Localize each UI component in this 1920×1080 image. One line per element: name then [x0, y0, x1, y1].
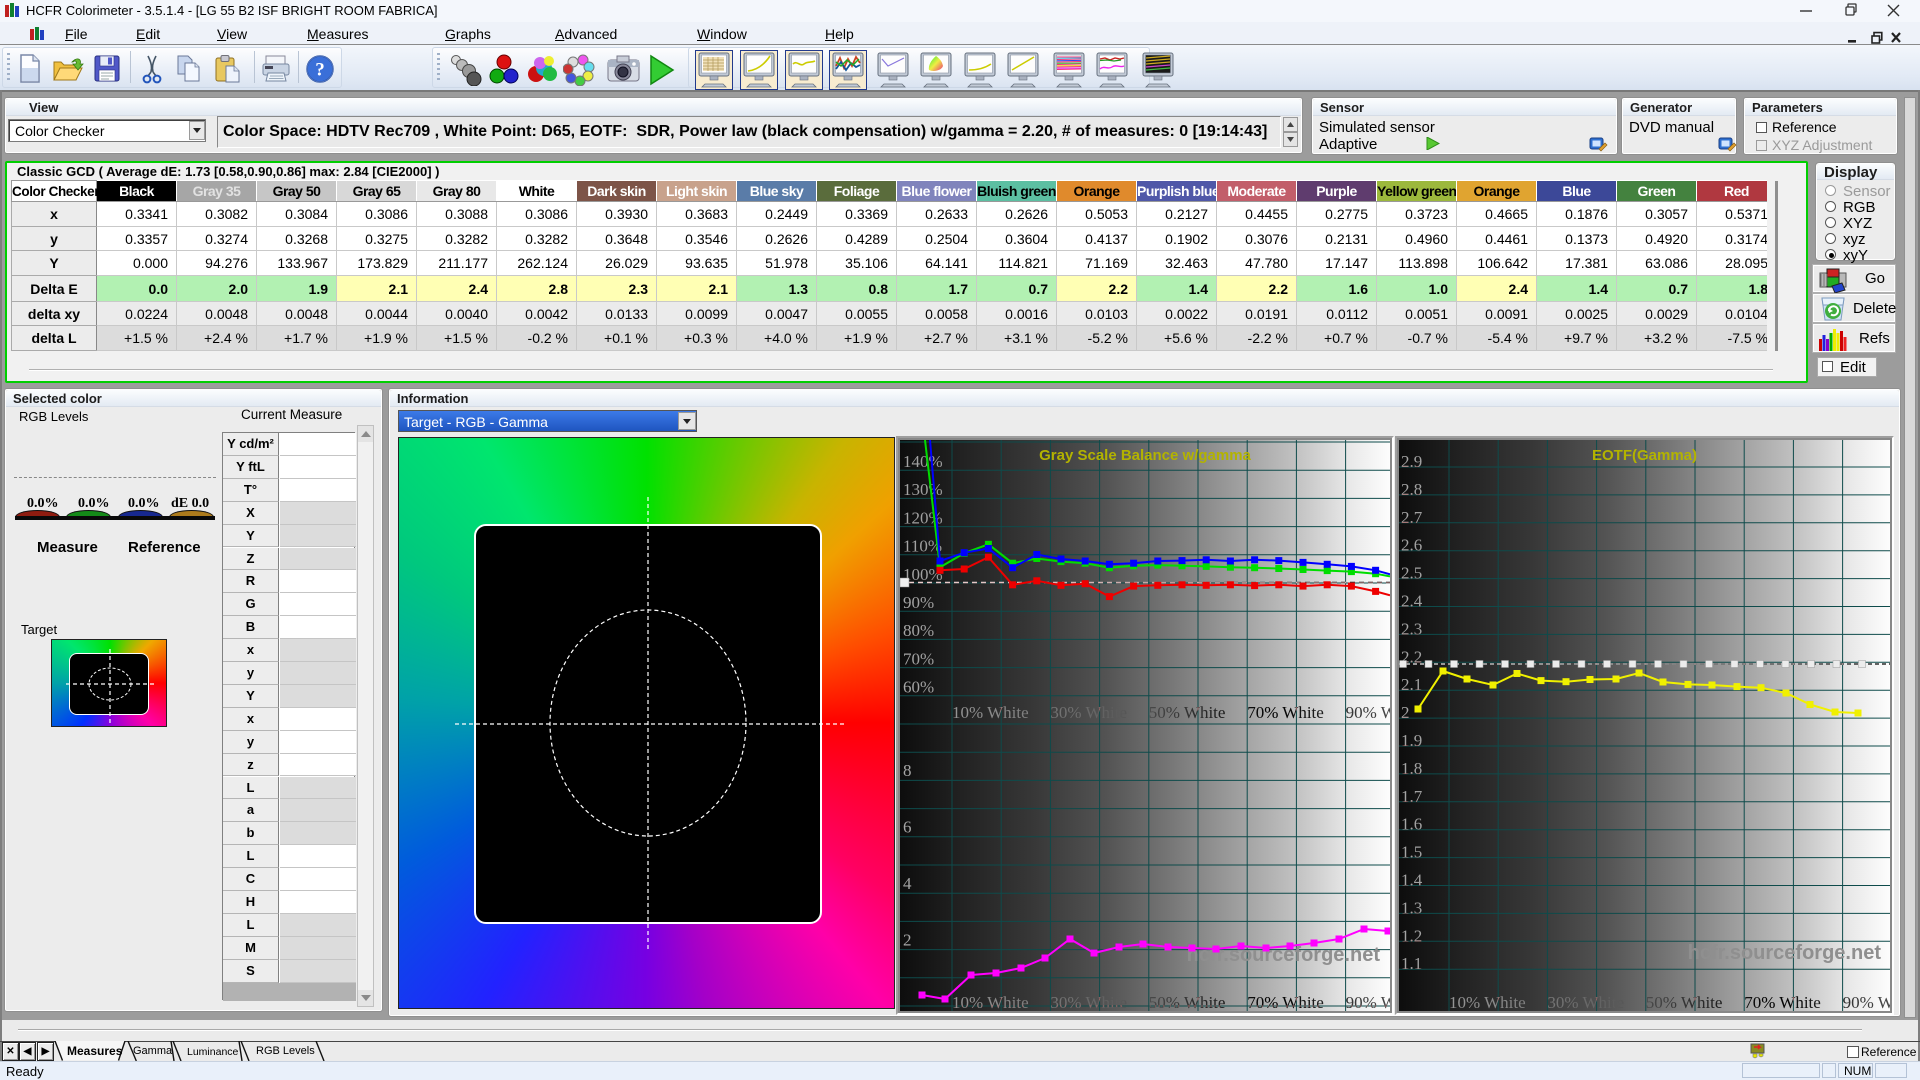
svg-text:90% White: 90% White [1346, 703, 1390, 722]
svg-text:2.3: 2.3 [1401, 619, 1422, 638]
svg-text:2.6: 2.6 [1401, 536, 1422, 555]
svg-text:80%: 80% [903, 621, 934, 640]
svg-text:50% White: 50% White [1149, 993, 1226, 1011]
svg-text:EOTF(Gamma): EOTF(Gamma) [1592, 447, 1697, 464]
svg-text:30% White: 30% White [1547, 993, 1624, 1011]
svg-text:1.5: 1.5 [1401, 843, 1422, 862]
svg-text:50% White: 50% White [1149, 703, 1226, 722]
svg-text:Gray Scale Balance w/gamma: Gray Scale Balance w/gamma [1039, 447, 1251, 464]
svg-text:2: 2 [903, 931, 912, 950]
svg-text:6: 6 [903, 818, 912, 837]
svg-text:70% White: 70% White [1247, 703, 1324, 722]
svg-text:4: 4 [903, 874, 912, 893]
svg-text:hcfr.sourceforge.net: hcfr.sourceforge.net [1688, 942, 1882, 964]
svg-text:10% White: 10% White [952, 703, 1029, 722]
svg-text:90% White: 90% White [1346, 993, 1390, 1011]
svg-text:30% White: 30% White [1050, 993, 1127, 1011]
svg-text:2.8: 2.8 [1401, 480, 1422, 499]
svg-text:1.2: 1.2 [1401, 926, 1422, 945]
svg-text:?: ? [315, 60, 325, 81]
svg-text:130%: 130% [903, 480, 943, 499]
svg-text:2.4: 2.4 [1401, 592, 1423, 611]
svg-text:1.9: 1.9 [1401, 731, 1422, 750]
svg-text:2.5: 2.5 [1401, 564, 1422, 583]
svg-text:1.6: 1.6 [1401, 815, 1422, 834]
svg-text:140%: 140% [903, 452, 943, 471]
svg-text:70% White: 70% White [1247, 993, 1324, 1011]
svg-text:1.1: 1.1 [1401, 954, 1422, 973]
svg-text:10% White: 10% White [1449, 993, 1526, 1011]
svg-text:90% White: 90% White [1843, 993, 1890, 1011]
svg-text:70% White: 70% White [1744, 993, 1821, 1011]
svg-text:2.1: 2.1 [1401, 675, 1422, 694]
svg-text:1.4: 1.4 [1401, 871, 1423, 890]
svg-text:30% White: 30% White [1050, 703, 1127, 722]
svg-text:2: 2 [1401, 703, 1410, 722]
svg-text:10% White: 10% White [952, 993, 1029, 1011]
svg-text:60%: 60% [903, 678, 934, 697]
svg-text:50% White: 50% White [1646, 993, 1723, 1011]
svg-text:1.3: 1.3 [1401, 898, 1422, 917]
svg-text:1.8: 1.8 [1401, 759, 1422, 778]
svg-text:2.7: 2.7 [1401, 508, 1423, 527]
svg-text:8: 8 [903, 761, 912, 780]
svg-text:1.7: 1.7 [1401, 787, 1423, 806]
svg-text:70%: 70% [903, 649, 934, 668]
svg-text:2.9: 2.9 [1401, 452, 1422, 471]
svg-text:90%: 90% [903, 593, 934, 612]
